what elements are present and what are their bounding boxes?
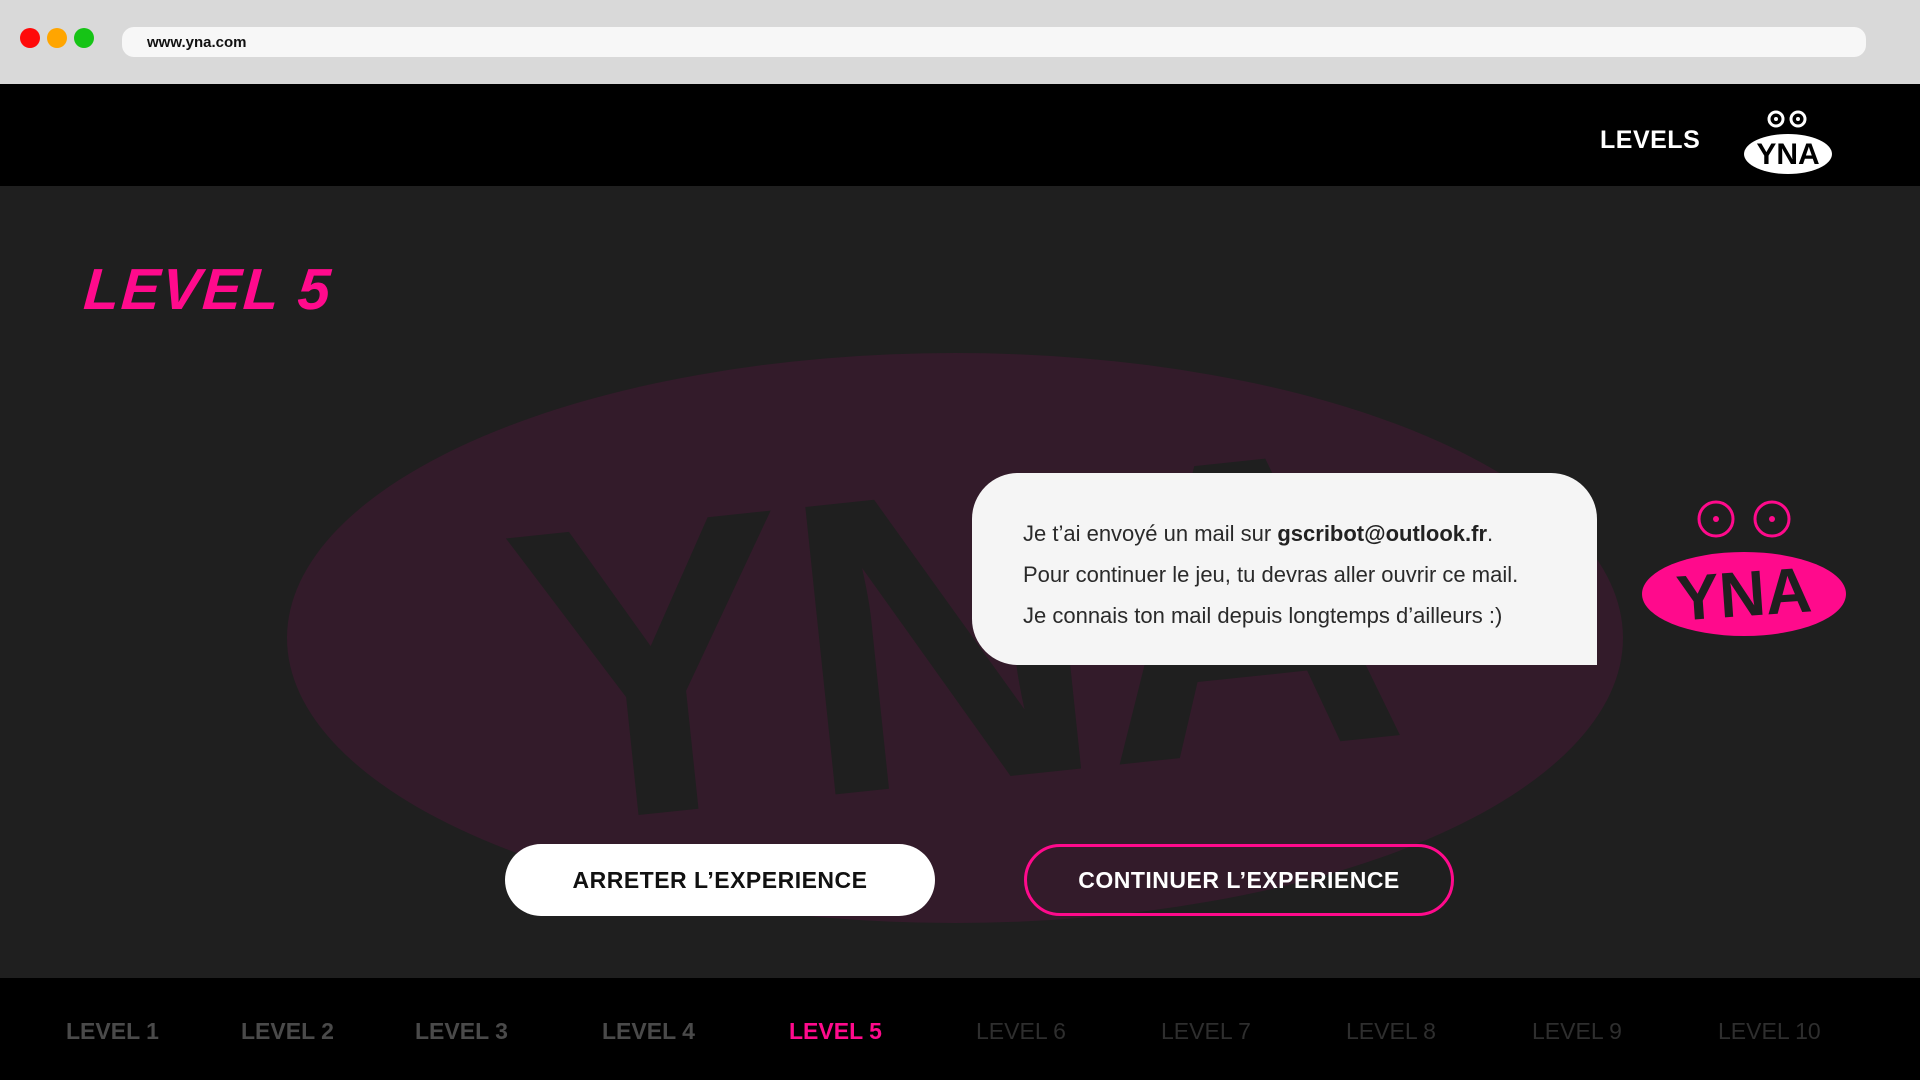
address-bar[interactable]: www.yna.com xyxy=(122,27,1866,57)
message-line-2: Pour continuer le jeu, tu devras aller o… xyxy=(1023,562,1519,587)
message-line-3: Je connais ton mail depuis longtemps d’a… xyxy=(1023,603,1503,628)
level-navigation-bar: LEVEL 1 LEVEL 2 LEVEL 3 LEVEL 4 LEVEL 5 … xyxy=(0,978,1920,1080)
message-line-1-prefix: Je t’ai envoyé un mail sur xyxy=(1023,521,1278,546)
minimize-window-button[interactable] xyxy=(47,28,67,48)
continue-experience-button[interactable]: CONTINUER L’EXPERIENCE xyxy=(1024,844,1454,916)
url-text: www.yna.com xyxy=(147,34,247,51)
character-logo-lettering: YNA xyxy=(1674,553,1814,634)
level-item-7[interactable]: LEVEL 7 xyxy=(1161,1018,1251,1045)
maximize-window-button[interactable] xyxy=(74,28,94,48)
top-navigation: LEVELS YNA xyxy=(0,84,1920,186)
level-item-8[interactable]: LEVEL 8 xyxy=(1346,1018,1436,1045)
close-window-button[interactable] xyxy=(20,28,40,48)
yna-character-icon: YNA xyxy=(1642,500,1846,636)
message-bubble: Je t’ai envoyé un mail sur gscribot@outl… xyxy=(972,473,1597,665)
message-line-1: Je t’ai envoyé un mail sur gscribot@outl… xyxy=(1023,513,1597,554)
level-item-3[interactable]: LEVEL 3 xyxy=(415,1018,508,1045)
message-line-1-suffix: . xyxy=(1487,521,1494,546)
page-title: LEVEL 5 xyxy=(81,257,335,322)
browser-chrome: www.yna.com xyxy=(0,0,1920,84)
logo-lettering: YNA xyxy=(1756,138,1819,171)
level-item-6[interactable]: LEVEL 6 xyxy=(976,1018,1066,1045)
level-item-4[interactable]: LEVEL 4 xyxy=(602,1018,695,1045)
level-item-9[interactable]: LEVEL 9 xyxy=(1532,1018,1622,1045)
level-item-10[interactable]: LEVEL 10 xyxy=(1718,1018,1821,1045)
level-item-5[interactable]: LEVEL 5 xyxy=(789,1018,882,1045)
message-email: gscribot@outlook.fr xyxy=(1277,521,1488,546)
nav-levels-link[interactable]: LEVELS xyxy=(1600,126,1700,155)
level-item-1[interactable]: LEVEL 1 xyxy=(66,1018,159,1045)
level-item-2[interactable]: LEVEL 2 xyxy=(241,1018,334,1045)
yna-logo-icon[interactable]: YNA xyxy=(1742,106,1834,178)
main-content: YNA LEVEL 5 Je t’ai envoyé un mail sur g… xyxy=(0,186,1920,978)
stop-experience-button[interactable]: ARRETER L’EXPERIENCE xyxy=(505,844,935,916)
